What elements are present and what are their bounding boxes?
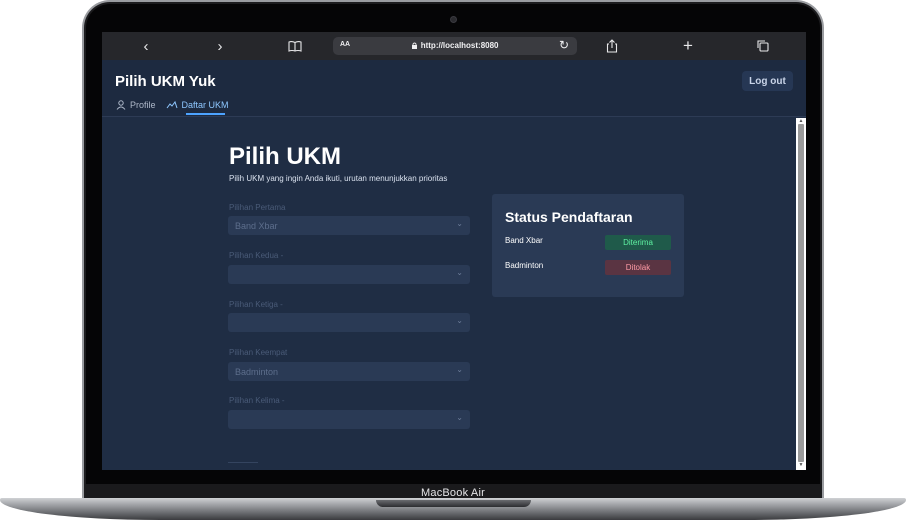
- new-tab-icon[interactable]: +: [680, 36, 696, 56]
- nav-item-daftar-ukm[interactable]: Daftar UKM: [166, 100, 229, 115]
- status-item-name: Band Xbar: [505, 236, 543, 245]
- field-label-keempat: Pilihan Keempat: [229, 348, 288, 357]
- nav-item-label: Daftar UKM: [181, 100, 229, 110]
- select-pilihan-kedua[interactable]: ⌄: [228, 265, 470, 284]
- page-title: Pilih UKM: [229, 143, 341, 170]
- nav-item-profile[interactable]: Profile: [116, 100, 156, 110]
- tabs-icon[interactable]: [755, 36, 771, 56]
- status-badge: Ditolak: [605, 260, 671, 275]
- browser-screen: ‹ › AA http://localhost:8080 ↻ + Pilih U…: [102, 32, 806, 470]
- chevron-down-icon: ⌄: [456, 316, 463, 325]
- select-value: Band Xbar: [235, 221, 278, 231]
- select-pilihan-kelima[interactable]: ⌄: [228, 410, 470, 429]
- reload-icon[interactable]: ↻: [559, 38, 569, 52]
- field-label-kelima: Pilihan Kelima -: [229, 396, 285, 405]
- status-title: Status Pendaftaran: [505, 209, 633, 225]
- field-label-ketiga: Pilihan Ketiga -: [229, 300, 283, 309]
- address-bar[interactable]: AA http://localhost:8080 ↻: [333, 37, 577, 55]
- divider: [228, 462, 258, 463]
- chevron-down-icon: ⌄: [456, 219, 463, 228]
- status-item-name: Badminton: [505, 261, 544, 270]
- status-card: Status Pendaftaran Band Xbar Diterima Ba…: [492, 194, 684, 297]
- app-title: Pilih UKM Yuk: [115, 73, 216, 90]
- address-url: http://localhost:8080: [333, 41, 577, 50]
- user-icon: [116, 100, 126, 110]
- field-label-pertama: Pilihan Pertama: [229, 203, 286, 212]
- nav-item-label: Profile: [130, 100, 156, 110]
- chevron-down-icon: ⌄: [456, 413, 463, 422]
- bookmarks-icon[interactable]: [287, 36, 303, 56]
- scrollbar-thumb[interactable]: [798, 124, 804, 462]
- status-badge: Diterima: [605, 235, 671, 250]
- select-pilihan-ketiga[interactable]: ⌄: [228, 313, 470, 332]
- page-subtitle: Pilih UKM yang ingin Anda ikuti, urutan …: [229, 174, 448, 183]
- camera-icon: [451, 17, 456, 22]
- chevron-down-icon: ⌄: [456, 365, 463, 374]
- select-pilihan-keempat[interactable]: Badminton ⌄: [228, 362, 470, 381]
- back-icon[interactable]: ‹: [139, 36, 153, 56]
- scroll-up-icon[interactable]: ▲: [797, 118, 805, 124]
- laptop-notch: [376, 500, 531, 507]
- main-nav: Profile Daftar UKM: [116, 100, 229, 115]
- select-value: Badminton: [235, 367, 279, 377]
- select-pilihan-pertama[interactable]: Band Xbar ⌄: [228, 216, 470, 235]
- logout-button[interactable]: Log out: [742, 71, 793, 91]
- scroll-down-icon[interactable]: ▼: [797, 462, 805, 468]
- list-icon: [166, 100, 177, 109]
- share-icon[interactable]: [604, 36, 620, 56]
- app-header: Pilih UKM Yuk Log out Profile Daftar UKM: [102, 60, 806, 117]
- browser-toolbar: ‹ › AA http://localhost:8080 ↻ +: [102, 32, 806, 60]
- field-label-kedua: Pilihan Kedua -: [229, 251, 284, 260]
- lock-icon: [411, 41, 420, 50]
- forward-icon[interactable]: ›: [213, 36, 227, 56]
- chevron-down-icon: ⌄: [456, 268, 463, 277]
